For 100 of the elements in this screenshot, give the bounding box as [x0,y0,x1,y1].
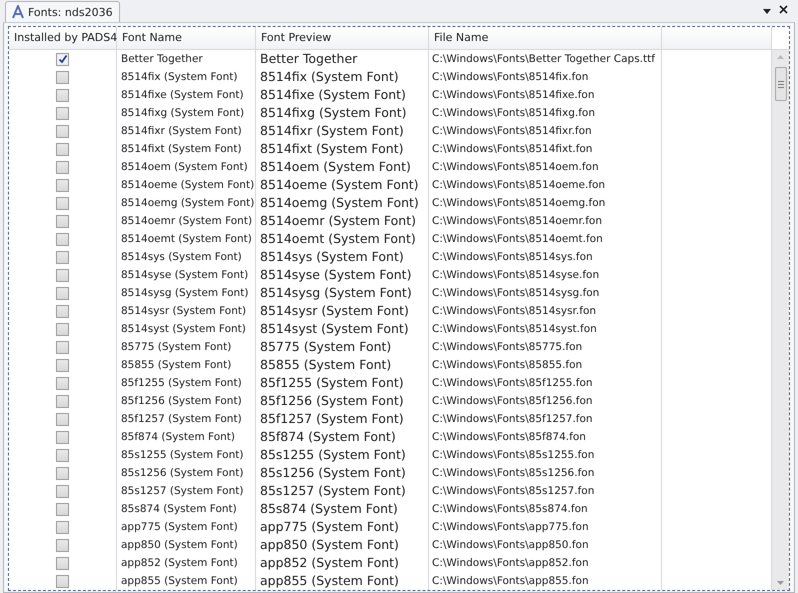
checkbox[interactable] [56,484,69,498]
file-name-cell: C:\Windows\Fonts\app850.fon [432,539,589,551]
font-preview-cell: Better Together [260,51,358,66]
file-name-cell: C:\Windows\Fonts\85775.fon [432,341,582,353]
checkbox[interactable] [56,178,69,192]
file-name-cell: C:\Windows\Fonts\8514oem.fon [432,161,599,173]
file-name-cell: C:\Windows\Fonts\8514fixr.fon [432,125,592,137]
file-name-cell: C:\Windows\Fonts\85f1255.fon [432,377,593,389]
file-name-cell: C:\Windows\Fonts\85f1257.fon [432,413,593,425]
file-name-cell: C:\Windows\Fonts\Better Together Caps.ttf [432,53,655,65]
checkbox[interactable] [56,52,69,66]
font-name-cell: 8514oemg (System Font) [121,197,254,209]
checkbox[interactable] [56,160,69,174]
font-name-cell: app855 (System Font) [121,575,238,587]
checkbox[interactable] [56,214,69,228]
file-name-cell: C:\Windows\Fonts\85f1256.fon [432,395,593,407]
font-name-cell: app775 (System Font) [121,521,238,533]
font-preview-cell: app852 (System Font) [260,555,399,570]
tab-title: Fonts: nds2036 [28,6,113,18]
font-preview-cell: 85s874 (System Font) [260,501,398,516]
font-name-cell: app852 (System Font) [121,557,238,569]
checkbox[interactable] [56,394,69,408]
font-preview-cell: 8514fix (System Font) [260,69,399,84]
file-name-cell: C:\Windows\Fonts\8514syse.fon [432,269,600,281]
checkbox[interactable] [56,304,69,318]
font-name-cell: 8514sysg (System Font) [121,287,248,299]
font-preview-cell: 8514sysr (System Font) [260,303,409,318]
column-header[interactable]: File Name [429,27,662,49]
font-preview-cell: 8514oemt (System Font) [260,231,416,246]
checkbox[interactable] [56,70,69,84]
close-icon[interactable] [779,5,788,14]
checkbox[interactable] [56,556,69,570]
checkbox[interactable] [56,142,69,156]
font-preview-cell: 8514oemr (System Font) [260,213,416,228]
font-preview-cell: 8514syse (System Font) [260,267,412,282]
font-preview-cell: 85f1257 (System Font) [260,411,404,426]
font-preview-cell: app855 (System Font) [260,573,399,588]
font-preview-cell: app775 (System Font) [260,519,399,534]
font-preview-cell: 8514sys (System Font) [260,249,404,264]
document-tab[interactable]: Fonts: nds2036 [5,1,120,22]
font-name-cell: 8514oemt (System Font) [121,233,252,245]
file-name-cell: C:\Windows\Fonts\8514sysg.fon [432,287,600,299]
file-name-cell: C:\Windows\Fonts\app775.fon [432,521,589,533]
font-name-cell: 8514fixg (System Font) [121,107,244,119]
checkbox[interactable] [56,358,69,372]
checkbox[interactable] [56,376,69,390]
checkbox[interactable] [56,106,69,120]
font-preview-cell: 8514oem (System Font) [260,159,411,174]
font-name-cell: app850 (System Font) [121,539,238,551]
file-name-cell: C:\Windows\Fonts\8514fixg.fon [432,107,596,119]
checkbox[interactable] [56,502,69,516]
file-name-cell: C:\Windows\Fonts\85s1257.fon [432,485,594,497]
checkbox[interactable] [56,412,69,426]
file-name-cell: C:\Windows\Fonts\8514sys.fon [432,251,593,263]
file-name-cell: C:\Windows\Fonts\8514oemr.fon [432,215,602,227]
scrollbar[interactable] [772,50,789,590]
column-header[interactable]: Font Name [117,27,256,49]
checkbox[interactable] [56,250,69,264]
file-name-cell: C:\Windows\Fonts\85s1255.fon [432,449,594,461]
column-header[interactable]: Font Preview [256,27,429,49]
checkbox[interactable] [56,232,69,246]
font-name-cell: 8514syse (System Font) [121,269,248,281]
checkbox[interactable] [56,466,69,480]
checkbox[interactable] [56,574,69,588]
checkbox[interactable] [56,448,69,462]
file-name-cell: C:\Windows\Fonts\8514fixt.fon [432,143,592,155]
font-name-cell: 8514sysr (System Font) [121,305,246,317]
checkbox[interactable] [56,340,69,354]
font-name-cell: 85s1256 (System Font) [121,467,244,479]
checkbox[interactable] [56,124,69,138]
font-preview-cell: app850 (System Font) [260,537,399,552]
scrollbar-thumb[interactable] [774,67,786,101]
checkbox[interactable] [56,268,69,282]
scroll-down-icon[interactable] [777,581,784,585]
checkbox[interactable] [56,196,69,210]
dropdown-icon[interactable] [763,9,771,14]
file-name-cell: C:\Windows\Fonts\8514sysr.fon [432,305,596,317]
font-preview-cell: 8514fixr (System Font) [260,123,404,138]
font-preview-cell: 8514oemg (System Font) [260,195,419,210]
font-name-cell: 85s874 (System Font) [121,503,237,515]
checkbox[interactable] [56,430,69,444]
file-name-cell: C:\Windows\Fonts\85855.fon [432,359,582,371]
column-header[interactable]: Installed by PADS4 [9,27,117,49]
font-name-cell: 85s1255 (System Font) [121,449,244,461]
checkbox[interactable] [56,286,69,300]
checkbox[interactable] [56,538,69,552]
font-name-cell: 8514oem (System Font) [121,161,248,173]
checkbox[interactable] [56,322,69,336]
font-name-cell: 85f1255 (System Font) [121,377,242,389]
scroll-up-icon[interactable] [777,55,784,59]
font-name-cell: 85775 (System Font) [121,341,232,353]
font-preview-cell: 8514fixe (System Font) [260,87,406,102]
font-name-cell: 85s1257 (System Font) [121,485,244,497]
checkbox[interactable] [56,88,69,102]
font-name-cell: 8514oeme (System Font) [121,179,254,191]
font-name-cell: 8514sys (System Font) [121,251,242,263]
font-preview-cell: 8514oeme (System Font) [260,177,419,192]
checkbox[interactable] [56,520,69,534]
font-preview-cell: 85s1256 (System Font) [260,465,406,480]
font-preview-cell: 85f874 (System Font) [260,429,396,444]
